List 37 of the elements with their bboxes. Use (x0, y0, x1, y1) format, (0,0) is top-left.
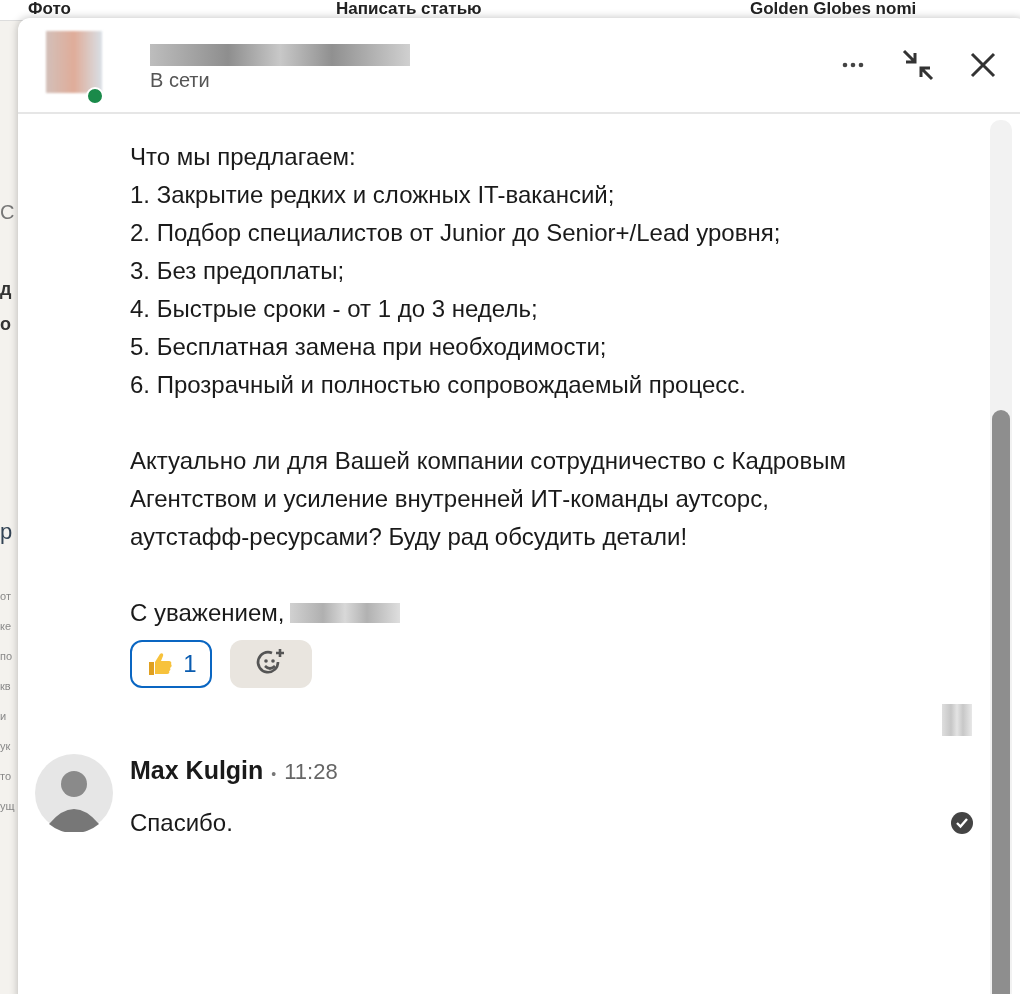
message-text: 1. Закрытие редких и сложных IT-вакансий; (130, 180, 616, 210)
page-text: и (0, 710, 7, 722)
close-icon[interactable] (968, 50, 998, 80)
message-time: 11:28 (284, 759, 338, 785)
page-text: по (0, 650, 13, 662)
page-text: кв (0, 680, 11, 692)
page-text: от (0, 590, 11, 602)
nav-tab[interactable]: Фото (28, 0, 71, 18)
page-text: р (0, 519, 13, 545)
status-text: В сети (150, 68, 211, 92)
message-text: 4. Быстрые сроки - от 1 до 3 недель; (130, 294, 539, 324)
message-text: С уважением, (130, 598, 285, 628)
message-text: Актуально ли для Вашей компании сотрудничество с Кадровым Агентством и усиление внутренней ИТ-команды аутсорс, аутстафф-ресурсами? Буду рад обсудить детали! (130, 446, 847, 552)
page-text: д (0, 279, 12, 300)
collapse-icon[interactable] (900, 47, 936, 83)
message-text: 5. Бесплатная замена при необходимости; (130, 332, 608, 362)
avatar-icon (35, 754, 113, 832)
message-text: 6. Прозрачный и полностью сопровождаемый процесс. (130, 370, 747, 400)
page-text: то (0, 770, 12, 782)
add-reaction-button[interactable] (230, 640, 312, 688)
redacted-avatar (942, 704, 972, 736)
message-text: 2. Подбор специалистов от Junior до Senior+/Lead уровня; (130, 218, 782, 248)
separator: • (271, 766, 277, 782)
page-text: C (0, 201, 15, 224)
message-text: Спасибо. (130, 809, 233, 837)
reaction-button[interactable]: 1 (130, 640, 212, 688)
page-text: ке (0, 620, 12, 632)
message-text: 3. Без предоплаты; (130, 256, 346, 286)
page-text: ук (0, 740, 11, 752)
redacted-avatar (46, 31, 102, 93)
author-name: Max Kulgin (130, 756, 264, 785)
page-text: ущ (0, 800, 15, 812)
scrollbar[interactable] (990, 120, 1012, 994)
page-text: о (0, 314, 11, 335)
message-text: Что мы предлагаем: (130, 142, 357, 172)
nav-tab[interactable]: Написать статью (336, 0, 482, 18)
nav-tab[interactable]: Golden Globes nomi (750, 0, 917, 18)
